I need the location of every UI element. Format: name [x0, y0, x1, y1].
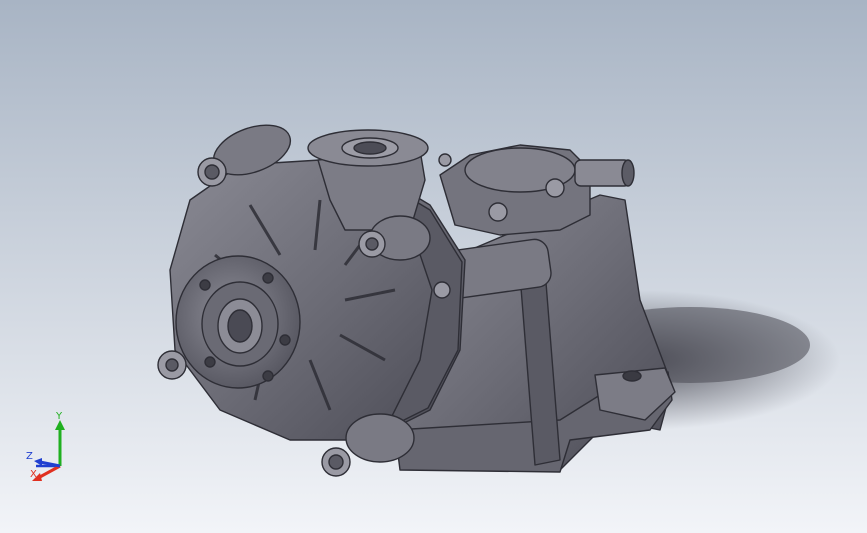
flange-hole-4 [262, 370, 274, 382]
shaft-end [621, 159, 635, 187]
model-view[interactable] [0, 0, 867, 533]
flange-hole-1 [199, 279, 211, 291]
orientation-triad[interactable]: Y Z X [22, 412, 82, 484]
triad-z-label: Z [26, 451, 33, 462]
triad-x-axis [37, 464, 61, 480]
graphics-viewport[interactable]: Y Z X [0, 0, 867, 533]
triad-x-label: X [30, 469, 37, 480]
flange-hole-2 [262, 272, 274, 284]
discharge-bore [353, 141, 387, 155]
small-boss [433, 281, 451, 299]
flange-hole-3 [279, 334, 291, 346]
bolt-bottom-left [157, 350, 187, 380]
flange-hole-5 [204, 356, 216, 368]
suction-bore [227, 309, 253, 343]
triad-y-label: Y [56, 411, 63, 422]
bearing-bolt-3 [438, 153, 452, 167]
foot-bolt-hole [622, 370, 642, 382]
bearing-bolt-2 [488, 202, 508, 222]
bearing-bolt-1 [545, 178, 565, 198]
